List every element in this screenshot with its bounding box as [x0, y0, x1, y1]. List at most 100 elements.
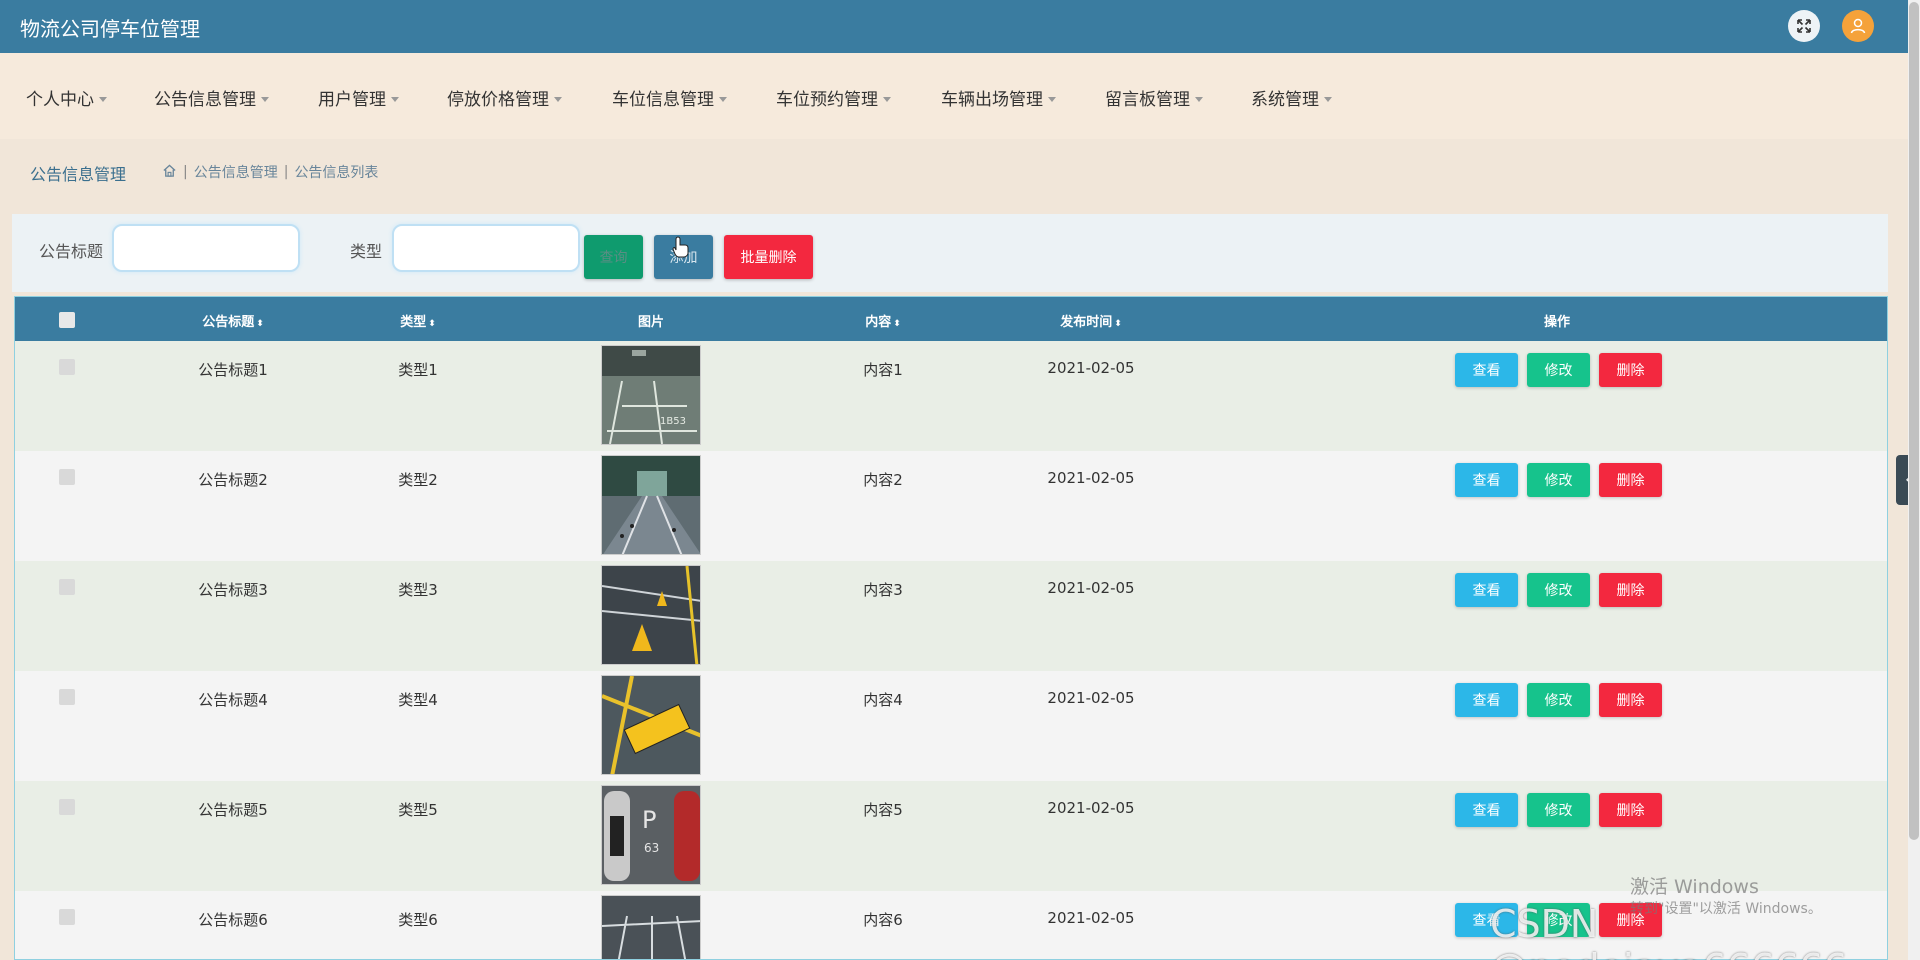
breadcrumb-separator: | [283, 164, 289, 180]
csdn-watermark: CSDN @nodejava666666 [1490, 902, 1848, 960]
edit-button[interactable]: 修改 [1527, 793, 1590, 827]
view-button[interactable]: 查看 [1455, 353, 1518, 387]
edit-button[interactable]: 修改 [1527, 573, 1590, 607]
row-checkbox[interactable] [59, 799, 75, 815]
main-nav: 个人中心 公告信息管理 用户管理 停放价格管理 车位信息管理 车位预约管理 车辆… [0, 53, 1908, 139]
column-publish-time[interactable]: 发布时间 ⬍ [1060, 311, 1122, 330]
cell-publish-time: 2021-02-05 [1047, 359, 1135, 377]
column-title[interactable]: 公告标题 ⬍ [202, 311, 264, 330]
cell-content: 内容6 [863, 911, 903, 929]
delete-button[interactable]: 删除 [1599, 793, 1662, 827]
delete-button[interactable]: 删除 [1599, 463, 1662, 497]
cell-content: 内容5 [863, 801, 903, 819]
caret-down-icon [719, 97, 727, 102]
nav-reservation[interactable]: 车位预约管理 [776, 85, 891, 110]
column-content[interactable]: 内容 ⬍ [865, 311, 901, 330]
fullscreen-icon[interactable] [1788, 10, 1820, 42]
announcement-table: 公告标题 ⬍ 类型 ⬍ 图片 内容 ⬍ 发布时间 ⬍ 操作 公告标题1 类型1 1B53… [14, 296, 1888, 960]
table-header: 公告标题 ⬍ 类型 ⬍ 图片 内容 ⬍ 发布时间 ⬍ 操作 [15, 297, 1887, 341]
view-button[interactable]: 查看 [1455, 683, 1518, 717]
view-button[interactable]: 查看 [1455, 573, 1518, 607]
caret-down-icon [391, 97, 399, 102]
cell-type: 类型3 [398, 581, 438, 599]
sort-icon: ⬍ [1114, 319, 1122, 329]
cell-publish-time: 2021-02-05 [1047, 689, 1135, 707]
parking-photo-image: 1B53 [601, 345, 701, 445]
table-row: 公告标题5 类型5 P 63 内容5 2021-02-05 查看 修改 删除 [15, 781, 1887, 891]
breadcrumb-separator: | [183, 164, 188, 180]
breadcrumb-item[interactable]: 公告信息管理 [194, 162, 278, 182]
view-button[interactable]: 查看 [1455, 463, 1518, 497]
view-button[interactable]: 查看 [1455, 793, 1518, 827]
cell-publish-time: 2021-02-05 [1047, 799, 1135, 817]
row-checkbox[interactable] [59, 359, 75, 375]
table-row: 公告标题2 类型2 内容2 2021-02-05 查看 修改 删除 [15, 451, 1887, 561]
row-checkbox[interactable] [59, 579, 75, 595]
title-search-input[interactable] [112, 224, 300, 272]
breadcrumb-item-current: 公告信息列表 [294, 165, 379, 181]
app-title: 物流公司停车位管理 [20, 17, 200, 41]
column-type[interactable]: 类型 ⬍ [400, 311, 436, 330]
edit-button[interactable]: 修改 [1527, 683, 1590, 717]
cell-type: 类型4 [398, 691, 438, 709]
home-icon[interactable] [162, 163, 177, 182]
user-avatar-icon[interactable] [1842, 10, 1874, 42]
cell-content: 内容1 [863, 361, 903, 379]
top-header: 物流公司停车位管理 [0, 0, 1908, 53]
delete-button[interactable]: 删除 [1599, 683, 1662, 717]
caret-down-icon [1048, 97, 1056, 102]
cell-title: 公告标题5 [198, 801, 268, 819]
caret-down-icon [883, 97, 891, 102]
row-checkbox[interactable] [59, 469, 75, 485]
cell-publish-time: 2021-02-05 [1047, 909, 1135, 927]
nav-personal-center[interactable]: 个人中心 [26, 85, 107, 110]
type-search-input[interactable] [392, 224, 580, 272]
sort-icon: ⬍ [256, 319, 264, 329]
hand-cursor-icon [672, 236, 690, 262]
cell-title: 公告标题6 [198, 911, 268, 929]
parking-photo-image [601, 565, 701, 665]
delete-button[interactable]: 删除 [1599, 573, 1662, 607]
row-checkbox[interactable] [59, 909, 75, 925]
cell-content: 内容4 [863, 691, 903, 709]
edit-button[interactable]: 修改 [1527, 463, 1590, 497]
cell-publish-time: 2021-02-05 [1047, 469, 1135, 487]
nav-spot-info[interactable]: 车位信息管理 [612, 85, 727, 110]
type-label: 类型 [350, 242, 383, 261]
breadcrumb: | 公告信息管理 | 公告信息列表 [162, 162, 378, 182]
cell-type: 类型1 [398, 361, 438, 379]
nav-price[interactable]: 停放价格管理 [447, 85, 562, 110]
title-label: 公告标题 [39, 242, 104, 261]
batch-delete-button[interactable]: 批量删除 [724, 235, 813, 279]
nav-announcement[interactable]: 公告信息管理 [154, 85, 269, 110]
nav-message-board[interactable]: 留言板管理 [1105, 85, 1203, 110]
row-checkbox[interactable] [59, 689, 75, 705]
nav-users[interactable]: 用户管理 [318, 85, 399, 110]
table-row: 公告标题3 类型3 内容3 2021-02-05 查看 修改 删除 [15, 561, 1887, 671]
parking-photo-image [601, 895, 701, 959]
query-button[interactable]: 查询 [584, 235, 643, 279]
nav-vehicle-exit[interactable]: 车辆出场管理 [941, 85, 1056, 110]
windows-activation-watermark: 激活 Windows [1630, 876, 1759, 898]
select-all-checkbox[interactable] [59, 312, 75, 328]
caret-down-icon [554, 97, 562, 102]
page-title: 公告信息管理 [30, 165, 127, 184]
caret-down-icon [1195, 97, 1203, 102]
search-panel: 公告标题 类型 查询 添加 批量删除 [12, 214, 1888, 292]
sort-icon: ⬍ [428, 319, 436, 329]
table-row: 公告标题1 类型1 1B53 内容1 2021-02-05 查看 修改 删除 [15, 341, 1887, 451]
cell-title: 公告标题2 [198, 471, 268, 489]
edit-button[interactable]: 修改 [1527, 353, 1590, 387]
caret-down-icon [261, 97, 269, 102]
cell-content: 内容2 [863, 471, 903, 489]
cell-type: 类型5 [398, 801, 438, 819]
cell-publish-time: 2021-02-05 [1047, 579, 1135, 597]
breadcrumb-bar: 公告信息管理 | 公告信息管理 | 公告信息列表 [0, 140, 1908, 200]
table-row: 公告标题4 类型4 内容4 2021-02-05 查看 修改 删除 [15, 671, 1887, 781]
delete-button[interactable]: 删除 [1599, 353, 1662, 387]
scrollbar-thumb[interactable] [1909, 2, 1919, 840]
nav-system[interactable]: 系统管理 [1251, 85, 1332, 110]
svg-text:P: P [642, 806, 656, 834]
main-content: 公告标题 类型 查询 添加 批量删除 公告标题 ⬍ 类型 ⬍ 图片 内容 ⬍ 发布时间… [0, 200, 1908, 960]
cell-type: 类型6 [398, 911, 438, 929]
